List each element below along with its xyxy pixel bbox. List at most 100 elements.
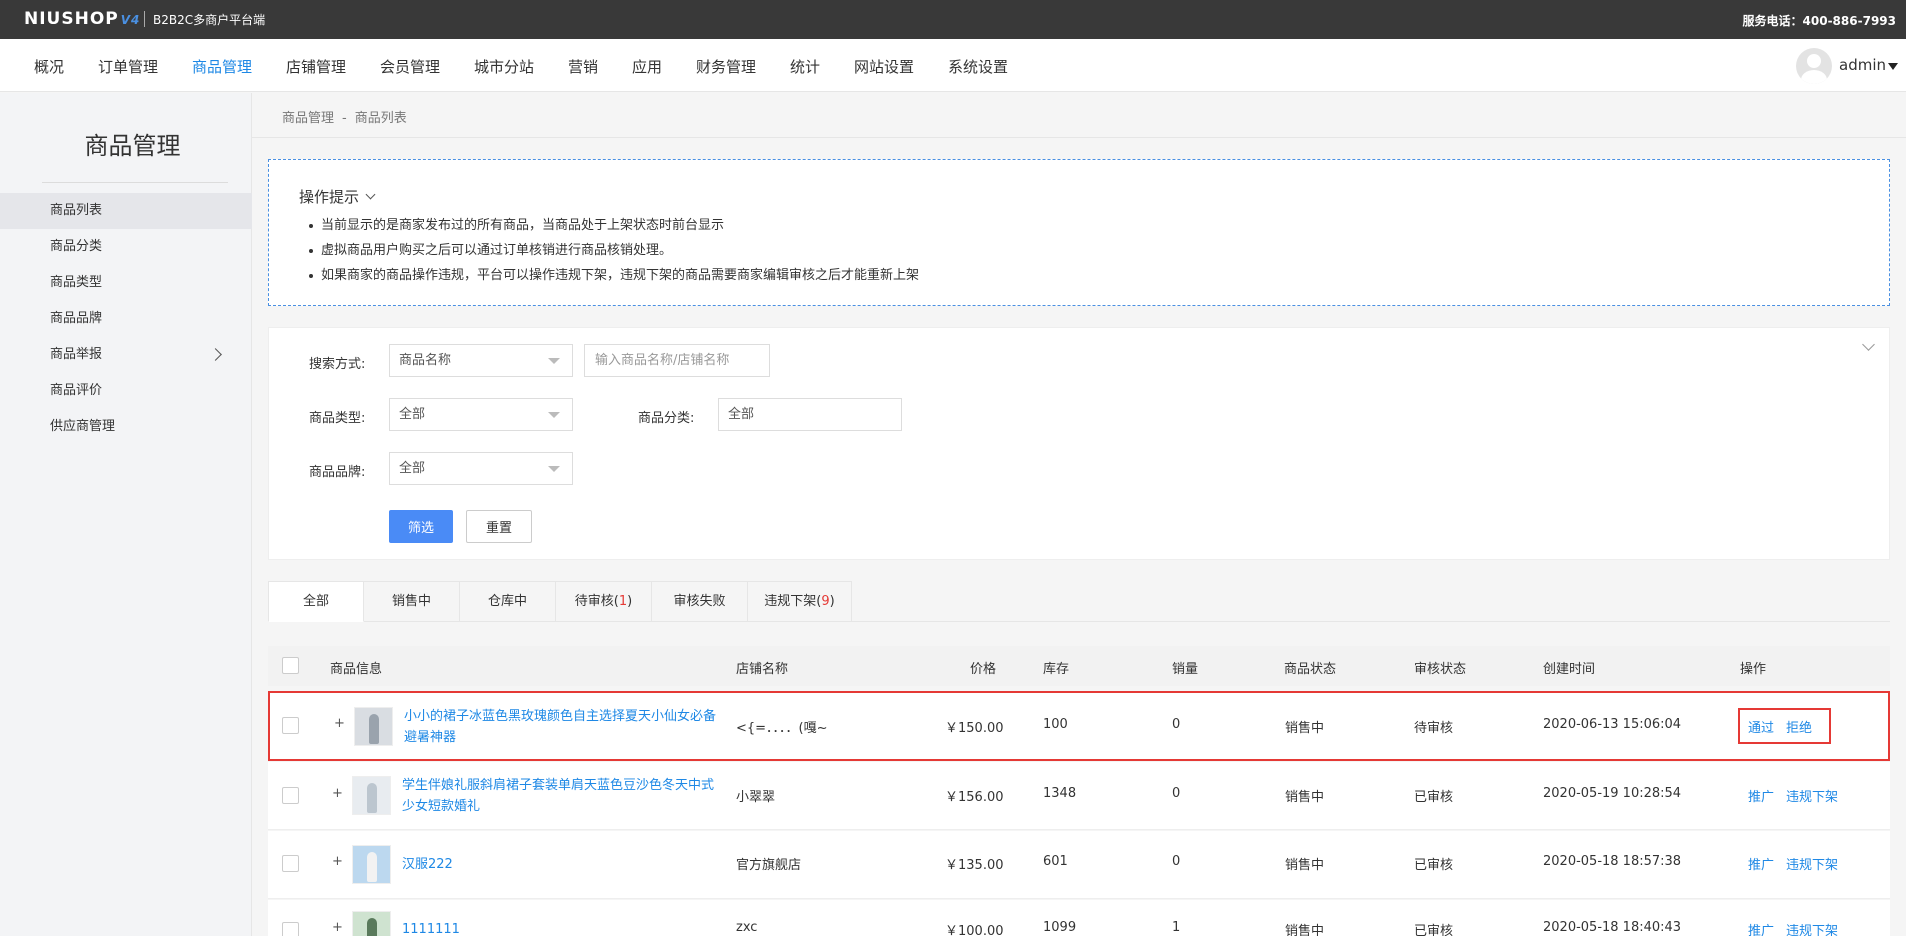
search-input[interactable] [584, 344, 770, 377]
tab-in-warehouse[interactable]: 仓库中 [460, 581, 556, 622]
nav-goods[interactable]: 商品管理 [192, 56, 252, 77]
nav-marketing[interactable]: 营销 [568, 56, 598, 77]
nav-overview[interactable]: 概况 [34, 56, 64, 77]
nav-shops[interactable]: 店铺管理 [286, 56, 346, 77]
chevron-right-icon [209, 348, 222, 361]
shop-name: 官方旗舰店 [736, 858, 802, 873]
tab-on-sale[interactable]: 销售中 [364, 581, 460, 622]
sidebar-item-supplier[interactable]: 供应商管理 [0, 409, 252, 445]
promote-link[interactable]: 推广 [1748, 854, 1774, 873]
platform-subtitle: B2B2C多商户平台端 [153, 13, 266, 27]
sidebar-item-goods-brand[interactable]: 商品品牌 [0, 301, 252, 337]
tips-title[interactable]: 操作提示 [299, 186, 376, 207]
caret-down-icon[interactable] [1888, 63, 1898, 70]
goods-thumbnail[interactable] [352, 776, 391, 815]
reset-button[interactable]: 重置 [466, 510, 532, 543]
search-mode-select[interactable]: 商品名称 [389, 344, 573, 377]
goods-status: 销售中 [1285, 790, 1325, 805]
breadcrumb-separator: - [342, 111, 347, 126]
sidebar-item-goods-list[interactable]: 商品列表 [0, 193, 252, 229]
user-name[interactable]: admin [1839, 56, 1886, 74]
remove-violation-link[interactable]: 违规下架 [1786, 920, 1838, 936]
nav-statistics[interactable]: 统计 [790, 56, 820, 77]
expand-icon[interactable]: + [334, 716, 345, 731]
column-header: 创建时间 [1543, 662, 1596, 677]
shop-name: zxc [736, 920, 758, 935]
avatar[interactable] [1796, 48, 1832, 84]
chevron-down-icon[interactable] [365, 189, 376, 200]
sidebar-item-goods-review[interactable]: 商品评价 [0, 373, 252, 409]
nav-finance[interactable]: 财务管理 [696, 56, 756, 77]
column-header: 店铺名称 [736, 662, 789, 677]
tab-violation-removed[interactable]: 违规下架(9) [748, 581, 852, 622]
nav-members[interactable]: 会员管理 [380, 56, 440, 77]
expand-icon[interactable]: + [332, 854, 343, 869]
table-row: + 学生伴娘礼服斜肩裙子套装单肩天蓝色豆沙色冬天中式少女短款婚礼 小翠翠 ￥15… [268, 762, 1890, 830]
breadcrumb-current: 商品列表 [354, 111, 407, 126]
goods-type-label: 商品类型: [309, 411, 366, 426]
sidebar-divider [42, 182, 228, 183]
reject-link[interactable]: 拒绝 [1786, 717, 1812, 736]
price: ￥150.00 [945, 721, 1004, 736]
sidebar-item-goods-report[interactable]: 商品举报 [0, 337, 252, 373]
stock: 1099 [1043, 920, 1077, 935]
stock: 1348 [1043, 786, 1077, 801]
goods-type-select[interactable]: 全部 [389, 398, 573, 431]
goods-name-link[interactable]: 汉服222 [402, 854, 722, 875]
column-header: 价格 [970, 662, 997, 677]
sidebar-title: 商品管理 [84, 132, 181, 160]
goods-name-link[interactable]: 1111111 [402, 919, 722, 936]
goods-thumbnail[interactable] [354, 707, 393, 746]
goods-name-link[interactable]: 学生伴娘礼服斜肩裙子套装单肩天蓝色豆沙色冬天中式少女短款婚礼 [402, 775, 722, 817]
tip-item: 当前显示的是商家发布过的所有商品，当商品处于上架状态时前台显示 [308, 213, 919, 238]
filter-button[interactable]: 筛选 [389, 510, 453, 543]
tab-all[interactable]: 全部 [268, 581, 364, 622]
nav-system-settings[interactable]: 系统设置 [948, 56, 1008, 77]
sidebar-item-label: 商品举报 [50, 347, 103, 362]
goods-status: 销售中 [1285, 858, 1325, 873]
tab-audit-failed[interactable]: 审核失败 [652, 581, 748, 622]
tab-count: 1 [618, 594, 628, 609]
stock: 601 [1043, 854, 1068, 869]
goods-thumbnail[interactable] [352, 911, 391, 936]
select-all-checkbox[interactable] [282, 657, 299, 674]
tab-pending-audit[interactable]: 待审核(1) [556, 581, 652, 622]
nav-site-settings[interactable]: 网站设置 [854, 56, 914, 77]
audit-status: 已审核 [1414, 924, 1454, 936]
nav-city-branch[interactable]: 城市分站 [474, 56, 534, 77]
row-checkbox[interactable] [282, 855, 299, 872]
content-divider [252, 137, 1906, 138]
sidebar-item-goods-category[interactable]: 商品分类 [0, 229, 252, 265]
nav-orders[interactable]: 订单管理 [98, 56, 158, 77]
category-select[interactable]: 全部 [718, 398, 902, 431]
promote-link[interactable]: 推广 [1748, 920, 1774, 936]
expand-icon[interactable]: + [332, 786, 343, 801]
table-row: + 小小的裙子冰蓝色黑玫瑰颜色自主选择夏天小仙女必备避暑神器 <{=．．．．(嘎… [268, 691, 1890, 761]
audit-status: 已审核 [1414, 858, 1454, 873]
promote-link[interactable]: 推广 [1748, 786, 1774, 805]
row-checkbox[interactable] [282, 717, 299, 734]
column-header: 库存 [1043, 662, 1070, 677]
approve-link[interactable]: 通过 [1748, 717, 1774, 736]
nav-apps[interactable]: 应用 [632, 56, 662, 77]
stock: 100 [1043, 717, 1068, 732]
goods-status: 销售中 [1285, 924, 1325, 936]
collapse-icon[interactable] [1862, 338, 1875, 351]
price: ￥100.00 [945, 924, 1004, 936]
remove-violation-link[interactable]: 违规下架 [1786, 854, 1838, 873]
sidebar-item-goods-type[interactable]: 商品类型 [0, 265, 252, 301]
main-nav: 概况 订单管理 商品管理 店铺管理 会员管理 城市分站 营销 应用 财务管理 统… [0, 39, 1906, 92]
row-checkbox[interactable] [282, 787, 299, 804]
goods-thumbnail[interactable] [352, 845, 391, 884]
breadcrumb-parent[interactable]: 商品管理 [282, 111, 334, 126]
expand-icon[interactable]: + [332, 920, 343, 935]
sales: 0 [1172, 717, 1181, 732]
row-checkbox[interactable] [282, 922, 299, 936]
operation-tips: 操作提示 当前显示的是商家发布过的所有商品，当商品处于上架状态时前台显示 虚拟商… [268, 159, 1890, 306]
sidebar: 商品管理 商品列表 商品分类 商品类型 商品品牌 商品举报 商品评价 供应商管理 [0, 93, 252, 936]
goods-name-link[interactable]: 小小的裙子冰蓝色黑玫瑰颜色自主选择夏天小仙女必备避暑神器 [404, 706, 724, 748]
logo[interactable]: NIUSHOP V4 [24, 9, 140, 29]
brand-select[interactable]: 全部 [389, 452, 573, 485]
remove-violation-link[interactable]: 违规下架 [1786, 786, 1838, 805]
shop-name: 小翠翠 [736, 790, 776, 805]
